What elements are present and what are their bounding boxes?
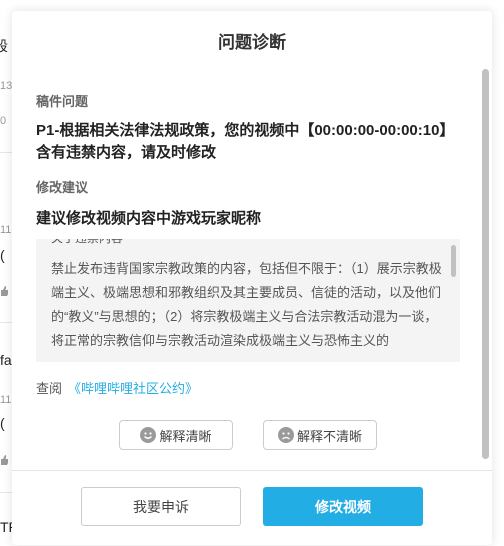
rule-scrollbar[interactable] xyxy=(451,245,456,277)
problem-text: P1-根据相关法律法规政策，您的视频中【00:00:00-00:00:10】含有… xyxy=(36,122,447,161)
thumb-up-icon xyxy=(0,452,8,465)
suggest-text: 建议修改视频内容中游戏玩家昵称 xyxy=(36,210,262,227)
background-text: ( xyxy=(0,247,5,263)
feedback-unclear-label: 解释不清晰 xyxy=(296,428,362,444)
rule-body: 禁止发布违背国家宗教政策的内容，包括但不限于：（1）展示宗教极端主义、极端思想和… xyxy=(51,261,442,348)
background-text: ( xyxy=(0,415,5,431)
dialog-scrollbar[interactable] xyxy=(482,69,489,459)
appeal-button[interactable]: 我要申诉 xyxy=(81,487,241,526)
dialog-footer: 我要申诉 修改视频 xyxy=(12,470,492,546)
edit-video-button[interactable]: 修改视频 xyxy=(263,487,423,526)
rule-description-box[interactable]: 关于违禁内容 禁止发布违背国家宗教政策的内容，包括但不限于：（1）展示宗教极端主… xyxy=(36,239,460,362)
community-rules-link[interactable]: 《哔哩哔哩社区公约》 xyxy=(68,381,198,396)
diagnosis-dialog: 问题诊断 稿件问题 P1-根据相关法律法规政策，您的视频中【00:00:00-0… xyxy=(12,11,492,545)
problem-label: 稿件问题 xyxy=(36,94,89,109)
feedback-clear-label: 解释清晰 xyxy=(159,428,212,444)
thumb-up-icon xyxy=(0,283,8,296)
background-text: 11 xyxy=(0,224,12,236)
dialog-content: 稿件问题 P1-根据相关法律法规政策，您的视频中【00:00:00-00:00:… xyxy=(36,71,448,228)
smile-icon xyxy=(140,427,157,443)
background-divider xyxy=(0,152,12,153)
background-text: 11 xyxy=(0,394,12,406)
link-prefix: 查阅 xyxy=(36,381,63,396)
feedback-clear-button[interactable]: 解释清晰 xyxy=(119,420,233,450)
background-text: 13 xyxy=(0,80,13,92)
background-divider xyxy=(0,322,12,323)
feedback-unclear-button[interactable]: 解释不清晰 xyxy=(263,420,377,450)
community-rules-row: 查阅 《哔哩哔哩社区公约》 xyxy=(36,378,198,397)
rule-heading: 关于违禁内容 xyxy=(51,239,447,249)
suggest-label: 修改建议 xyxy=(36,180,89,195)
background-text: 段 xyxy=(0,38,8,54)
dialog-scroll-area[interactable]: 稿件问题 P1-根据相关法律法规政策，您的视频中【00:00:00-00:00:… xyxy=(12,71,492,471)
rule-content: 关于违禁内容 禁止发布违背国家宗教政策的内容，包括但不限于：（1）展示宗教极端主… xyxy=(51,239,447,353)
sad-icon xyxy=(277,427,294,443)
background-text: 0 xyxy=(0,115,7,127)
background-divider xyxy=(0,492,12,493)
dialog-title: 问题诊断 xyxy=(218,33,286,52)
background-text: fa xyxy=(0,352,12,368)
